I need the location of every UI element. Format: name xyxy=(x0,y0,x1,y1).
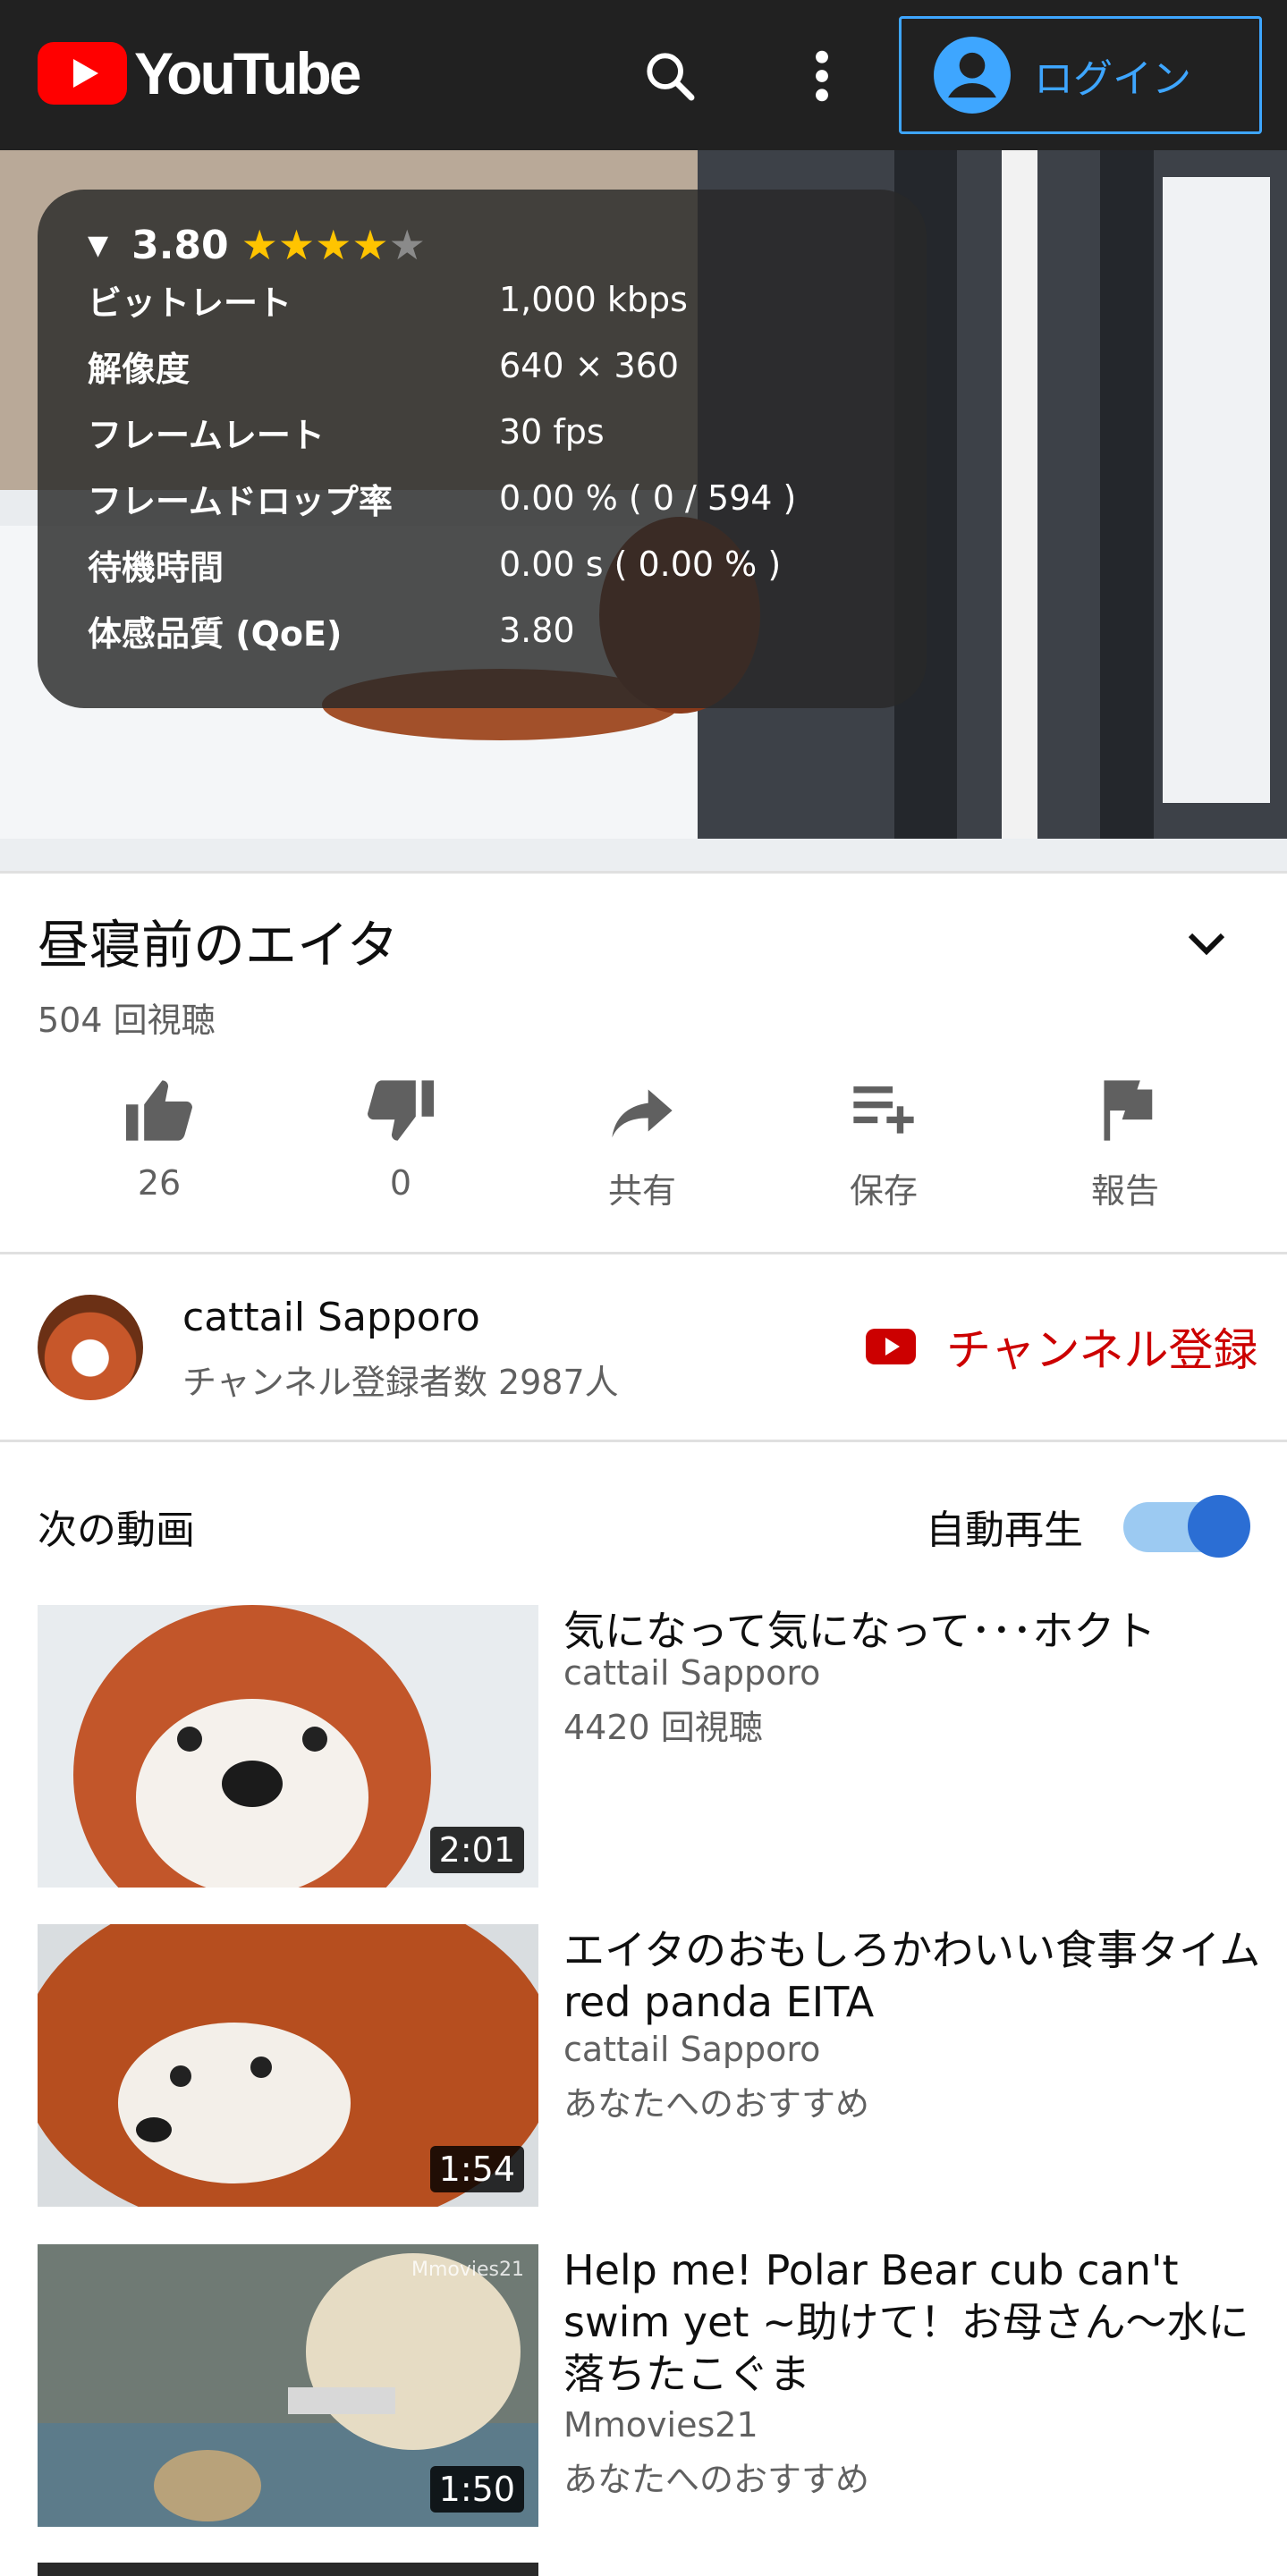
more-vert-icon xyxy=(816,50,828,102)
logo-text: YouTube xyxy=(134,40,362,106)
divider xyxy=(0,1252,1287,1254)
quality-rating: 3.80 xyxy=(131,222,229,268)
divider xyxy=(0,1440,1287,1442)
stat-row-wait-time: 待機時間 0.00 s ( 0.00 % ) xyxy=(88,531,876,597)
stat-label: 解像度 xyxy=(88,349,191,389)
stat-row-resolution: 解像度 640 × 360 xyxy=(88,333,876,399)
up-next-heading: 次の動画 xyxy=(38,1508,195,1553)
video-card[interactable]: 2:01 気になって気になって･･･ホクト cattail Sapporo 44… xyxy=(38,1605,1272,1888)
stat-value: 0.00 s ( 0.00 % ) xyxy=(499,545,782,584)
stat-label: フレームドロップ率 xyxy=(88,481,393,521)
dislike-button[interactable]: 0 xyxy=(311,1077,490,1203)
share-icon xyxy=(612,1089,673,1138)
save-label: 保存 xyxy=(849,1171,918,1211)
star-icon: ★ xyxy=(315,221,352,269)
view-count: 504 回視聴 xyxy=(38,1001,216,1040)
video-thumbnail[interactable]: 1:54 xyxy=(38,1924,538,2207)
playlist-add-icon xyxy=(853,1086,914,1134)
video-duration: 2:01 xyxy=(429,1827,524,1873)
like-count: 26 xyxy=(137,1163,182,1203)
action-bar: 26 0 共有 保存 報告 xyxy=(0,1077,1287,1220)
top-app-bar: YouTube ログイン xyxy=(0,0,1287,150)
thumbs-down-icon xyxy=(368,1080,434,1141)
stat-value: 640 × 360 xyxy=(499,346,680,385)
login-button[interactable]: ログイン xyxy=(899,16,1262,134)
stat-row-qoe: 体感品質 (QoE) 3.80 xyxy=(88,597,876,663)
account-circle-icon xyxy=(934,37,1011,114)
subscriber-count: チャンネル登録者数 2987人 xyxy=(182,1363,619,1402)
star-empty-icon: ★ xyxy=(388,221,426,269)
login-label: ログイン xyxy=(1034,56,1191,102)
subscribe-label: チャンネル登録 xyxy=(946,1324,1258,1376)
video-card-meta: あなたへのおすすめ xyxy=(563,2084,870,2124)
youtube-play-icon xyxy=(866,1329,916,1364)
stat-row-bitrate: ビットレート 1,000 kbps xyxy=(88,266,876,333)
stat-row-frame-drop: フレームドロップ率 0.00 % ( 0 / 594 ) xyxy=(88,465,876,531)
expand-description-button[interactable] xyxy=(1185,930,1228,960)
star-icon: ★ xyxy=(241,221,278,269)
video-card-channel: cattail Sapporo xyxy=(563,1653,821,1693)
toggle-knob xyxy=(1188,1495,1250,1558)
subscribe-button[interactable]: チャンネル登録 xyxy=(866,1314,1258,1379)
report-label: 報告 xyxy=(1090,1171,1159,1211)
collapse-triangle-icon[interactable]: ▼ xyxy=(88,230,108,261)
video-card[interactable]: 1:54 エイタのおもしろかわいい食事タイム red panda EITA ca… xyxy=(38,1924,1272,2207)
stat-value: 1,000 kbps xyxy=(499,280,688,319)
autoplay-toggle[interactable] xyxy=(1123,1495,1250,1558)
share-label: 共有 xyxy=(607,1171,676,1211)
stat-value: 3.80 xyxy=(499,611,575,650)
star-icon: ★ xyxy=(277,221,316,269)
video-card-channel: Mmovies21 xyxy=(563,2405,758,2445)
share-button[interactable]: 共有 xyxy=(553,1077,732,1212)
stat-label: ビットレート xyxy=(88,283,292,323)
stat-row-framerate: フレームレート 30 fps xyxy=(88,399,876,465)
more-options-button[interactable] xyxy=(782,36,862,116)
video-card-channel: cattail Sapporo xyxy=(563,2030,821,2069)
youtube-play-logo-icon xyxy=(38,42,127,105)
stat-label: 体感品質 (QoE) xyxy=(88,613,343,654)
youtube-logo[interactable]: YouTube xyxy=(38,39,362,107)
video-card-meta: 4420 回視聴 xyxy=(563,1708,763,1747)
thumbs-up-icon xyxy=(126,1080,192,1141)
dislike-count: 0 xyxy=(389,1163,412,1203)
stat-value: 0.00 % ( 0 / 594 ) xyxy=(499,478,797,518)
video-duration: 1:50 xyxy=(429,2466,524,2513)
save-button[interactable]: 保存 xyxy=(794,1077,973,1212)
flag-icon xyxy=(1104,1080,1153,1141)
video-player[interactable]: ▼ 3.80 ★ ★ ★ ★ ★ ビットレート 1,000 kbps 解像度 6… xyxy=(0,150,1287,873)
video-thumbnail[interactable]: 2:01 xyxy=(38,1605,538,1888)
video-card-meta: あなたへのおすすめ xyxy=(563,2460,870,2499)
channel-name[interactable]: cattail Sapporo xyxy=(182,1295,480,1340)
like-button[interactable]: 26 xyxy=(70,1077,249,1203)
video-title: 昼寝前のエイタ xyxy=(38,915,399,976)
video-card-title[interactable]: 気になって気になって･･･ホクト xyxy=(563,1605,1261,1657)
watermark: Mmovies21 xyxy=(411,2259,524,2281)
divider xyxy=(0,871,1287,874)
stats-overlay: ▼ 3.80 ★ ★ ★ ★ ★ ビットレート 1,000 kbps 解像度 6… xyxy=(38,190,927,708)
channel-avatar[interactable] xyxy=(38,1295,143,1400)
star-icon: ★ xyxy=(351,221,389,269)
video-card[interactable]: Mmovies21 1:50 Help me! Polar Bear cub c… xyxy=(38,2244,1272,2527)
stat-label: 待機時間 xyxy=(88,547,224,587)
stat-value: 30 fps xyxy=(499,412,605,452)
stat-label: フレームレート xyxy=(88,415,325,455)
report-button[interactable]: 報告 xyxy=(1036,1077,1215,1212)
next-video-thumbnail-partial[interactable] xyxy=(38,2563,538,2576)
video-thumbnail[interactable]: Mmovies21 1:50 xyxy=(38,2244,538,2527)
autoplay-label: 自動再生 xyxy=(926,1508,1083,1553)
video-card-title[interactable]: Help me! Polar Bear cub can't swim yet ~… xyxy=(563,2244,1261,2400)
video-duration: 1:54 xyxy=(429,2146,524,2192)
video-card-title[interactable]: エイタのおもしろかわいい食事タイム red panda EITA xyxy=(563,1924,1261,2028)
search-icon xyxy=(647,53,695,101)
search-button[interactable] xyxy=(630,36,710,116)
chevron-down-icon xyxy=(1188,933,1225,956)
